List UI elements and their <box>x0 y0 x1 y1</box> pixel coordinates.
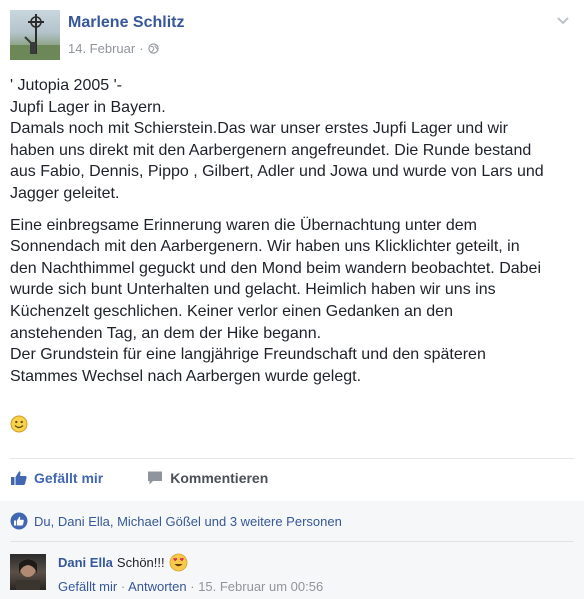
post-line: wurde sich bunt Unterhalten und gelacht.… <box>10 281 496 299</box>
comment-text: Schön!!! <box>116 555 165 570</box>
post-line: Damals noch mit Schierstein.Das war unse… <box>10 120 508 138</box>
like-badge-icon <box>10 512 28 530</box>
post-actions: Gefällt mir Kommentieren <box>10 462 574 494</box>
post-line: Der Grundstein für eine langjährige Freu… <box>10 346 486 364</box>
thumbs-up-icon <box>11 471 27 485</box>
post-line: Jagger geleitet. <box>10 184 120 202</box>
social-area: Du, Dani Ella, Michael Gößel und 3 weite… <box>0 501 584 599</box>
globe-icon[interactable] <box>147 43 159 54</box>
like-button[interactable]: Gefällt mir <box>10 470 103 486</box>
comment-reply-link[interactable]: Antworten <box>128 579 187 594</box>
comment-timestamp[interactable]: 15. Februar um 00:56 <box>198 579 323 594</box>
like-label: Gefällt mir <box>34 470 104 486</box>
author-name[interactable]: Marlene Schlitz <box>68 14 184 32</box>
post-line: Stammes Wechsel nach Aarbergen wurde gel… <box>10 367 362 385</box>
post-paragraph: Eine einbregsame Erinnerung waren die Üb… <box>10 215 576 388</box>
comment-button[interactable]: Kommentieren <box>146 470 268 486</box>
post-line: anstehenden Tag, an dem der Hike begann. <box>10 324 322 342</box>
post-meta: 14. Februar · <box>68 41 159 56</box>
likes-summary[interactable]: Du, Dani Ella, Michael Gößel und 3 weite… <box>10 511 342 531</box>
comment-meta: Gefällt mir · Antworten · 15. Februar um… <box>58 579 323 594</box>
comment-content: Dani Ella Schön!!! <box>58 553 188 572</box>
divider <box>10 458 574 459</box>
post-date[interactable]: 14. Februar <box>68 41 135 56</box>
comment-meta-separator: · <box>117 579 129 594</box>
divider <box>10 541 574 542</box>
smiley-emoji <box>10 415 28 433</box>
post-line: Küchenzelt geschlichen. Keiner verlor ei… <box>10 302 453 320</box>
heart-eyes-emoji <box>169 553 188 572</box>
post-line: haben uns direkt mit den Aarbergenern an… <box>10 141 532 159</box>
post-line: Sonnendach mit den Aarbergenern. Wir hab… <box>10 238 520 256</box>
post-line: Eine einbregsame Erinnerung waren die Üb… <box>10 216 477 234</box>
chevron-down-icon[interactable] <box>556 16 570 26</box>
post-line: Jupfi Lager in Bayern. <box>10 98 166 116</box>
comment-author[interactable]: Dani Ella <box>58 555 113 570</box>
comment-meta-separator: · <box>186 579 199 594</box>
post-text: ' Jutopia 2005 '- Jupfi Lager in Bayern.… <box>10 75 576 397</box>
meta-separator: · <box>139 41 144 56</box>
post-header: Marlene Schlitz 14. Februar · <box>10 10 574 62</box>
post-line: ' Jutopia 2005 '- <box>10 77 122 94</box>
post-line: aus Fabio, Dennis, Pippo , Gilbert, Adle… <box>10 163 544 181</box>
post-paragraph: ' Jutopia 2005 '- Jupfi Lager in Bayern.… <box>10 75 576 205</box>
comment-icon <box>148 471 163 485</box>
comment-label: Kommentieren <box>170 470 269 486</box>
commenter-avatar[interactable] <box>10 554 46 590</box>
author-avatar[interactable] <box>10 10 60 60</box>
likes-summary-text: Du, Dani Ella, Michael Gößel und 3 weite… <box>34 513 342 529</box>
post-line: den Nachthimmel geguckt und den Mond bei… <box>10 259 541 277</box>
comment-like-link[interactable]: Gefällt mir <box>58 579 117 594</box>
